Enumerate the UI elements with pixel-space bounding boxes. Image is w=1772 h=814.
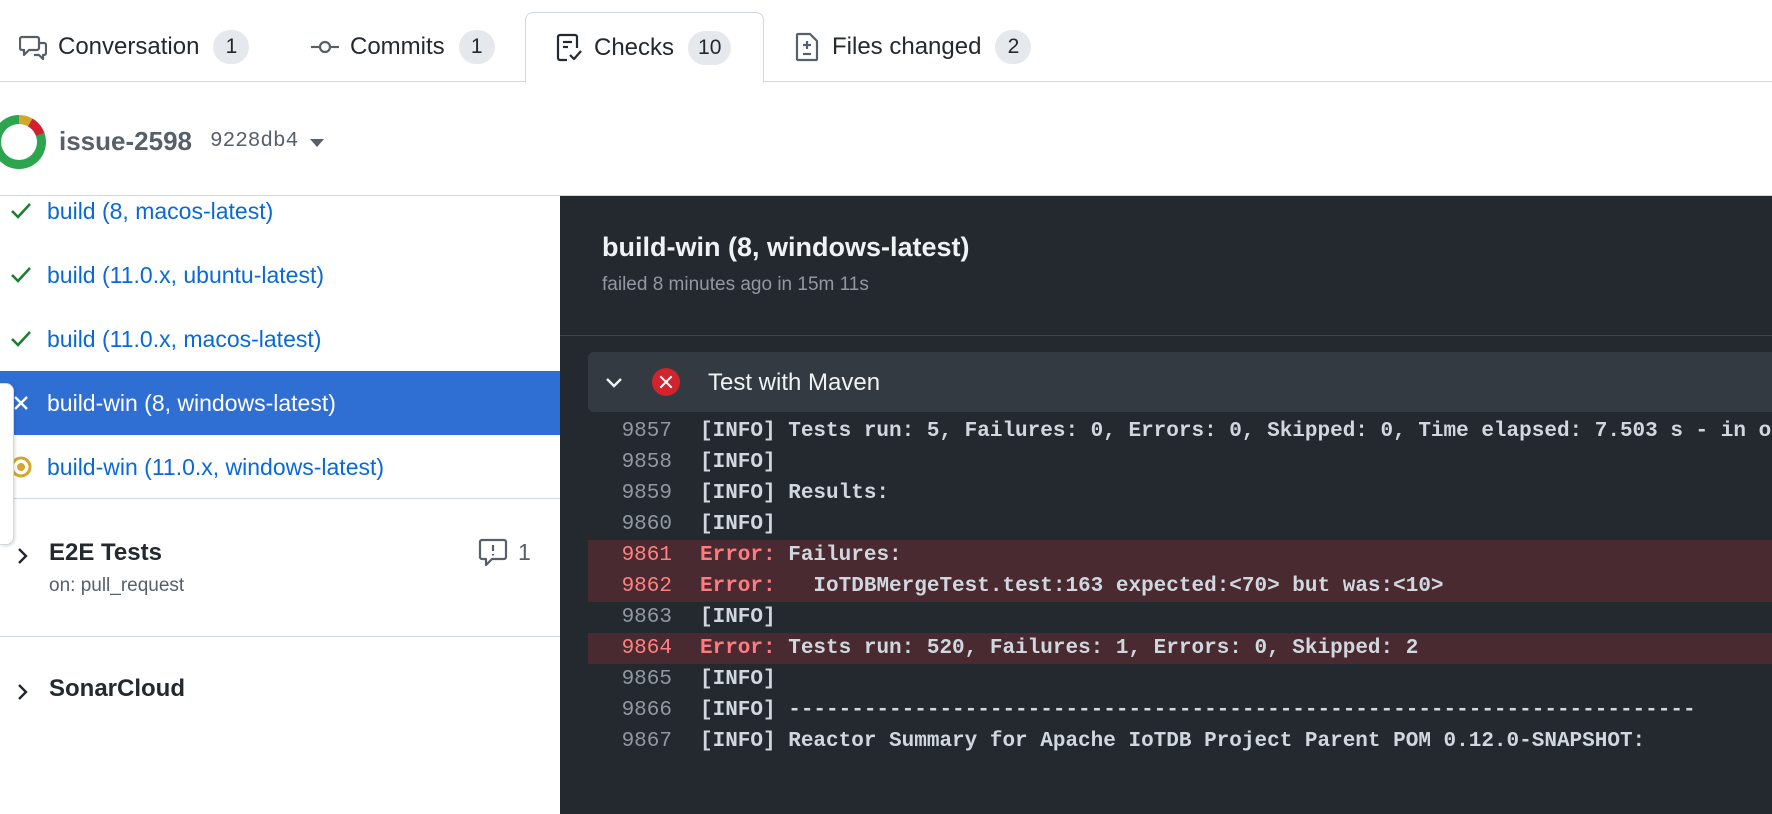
tab-conversation-label: Conversation: [58, 33, 200, 60]
log-line-error: 9861 Error: Failures:: [588, 540, 1772, 571]
log-error-message: IoTDBMergeTest.test:163 expected:<70> bu…: [775, 575, 1444, 598]
chevron-down-icon[interactable]: [604, 373, 624, 393]
workflow-title: E2E Tests: [49, 539, 162, 566]
log-line-text: [INFO]: [700, 513, 776, 536]
log-line-number[interactable]: 9860: [588, 509, 672, 540]
log-line-text: [INFO] Reactor Summary for Apache IoTDB …: [700, 730, 1646, 753]
annotation-count: 1: [518, 539, 531, 565]
branch-name: issue-2598: [59, 126, 192, 156]
chevron-right-icon[interactable]: [14, 683, 30, 700]
chevron-down-icon[interactable]: [310, 139, 324, 147]
job-item-selected[interactable]: build-win (8, windows-latest): [0, 371, 560, 435]
tab-checks[interactable]: Checks 10: [525, 12, 764, 83]
x-circle-icon: [652, 368, 680, 396]
log-line-number[interactable]: 9859: [588, 478, 672, 509]
log-line: 9857 [INFO] Tests run: 5, Failures: 0, Er…: [588, 416, 1772, 447]
log-line-number[interactable]: 9864: [588, 633, 672, 664]
job-item[interactable]: build (8, macos-latest): [0, 197, 560, 243]
checklist-icon: [554, 33, 584, 63]
log-line-number[interactable]: 9865: [588, 664, 672, 695]
step-title: Test with Maven: [708, 369, 881, 396]
job-label: build (11.0.x, macos-latest): [47, 325, 322, 352]
workflow-title: SonarCloud: [49, 675, 185, 702]
log-error-label: Error:: [700, 544, 776, 567]
log-line-text: [INFO]: [700, 668, 776, 691]
log-line-number[interactable]: 9857: [588, 416, 672, 447]
job-label: build-win (11.0.x, windows-latest): [47, 453, 385, 480]
workflow-e2e-tests[interactable]: E2E Tests on: pull_request 1: [0, 498, 560, 636]
check-icon: [8, 198, 34, 224]
log-line: 9866 [INFO] -----------------------------…: [588, 695, 1772, 726]
tab-files-changed[interactable]: Files changed 2: [792, 12, 1032, 82]
check-icon: [8, 326, 34, 352]
log-line: 9858 [INFO]: [588, 447, 1772, 478]
job-item[interactable]: build-win (11.0.x, windows-latest): [0, 435, 560, 499]
log-line-number[interactable]: 9858: [588, 447, 672, 478]
checks-summary-donut-icon: [0, 115, 46, 169]
tab-conversation[interactable]: Conversation 1: [18, 12, 250, 82]
tab-commits[interactable]: Commits 1: [310, 12, 495, 82]
log-line-text: [INFO] Results:: [700, 482, 890, 505]
pr-tabs: Conversation 1 Commits 1 Checks 10 Files…: [0, 0, 1772, 83]
log-error-message: Failures:: [775, 544, 902, 567]
tab-checks-label: Checks: [594, 33, 675, 61]
log-line: 9863 [INFO]: [588, 602, 1772, 633]
check-icon: [8, 262, 34, 288]
workflow-trigger: on: pull_request: [49, 575, 185, 596]
log-line-error: 9862 Error: IoTDBMergeTest.test:163 expec…: [588, 571, 1772, 602]
collapsed-panel-edge: [0, 383, 14, 545]
log-line: 9860 [INFO]: [588, 509, 1772, 540]
log-line: 9867 [INFO] Reactor Summary for Apache Io…: [588, 726, 1772, 757]
job-item[interactable]: build (11.0.x, macos-latest): [0, 307, 560, 371]
workflow-sonarcloud[interactable]: SonarCloud: [0, 636, 560, 774]
tab-conversation-count: 1: [213, 30, 250, 64]
log-line-number[interactable]: 9867: [588, 726, 672, 757]
job-log-panel: build-win (8, windows-latest) failed 8 m…: [560, 196, 1772, 814]
log-line: 9865 [INFO]: [588, 664, 1772, 695]
log-error-label: Error:: [700, 575, 776, 598]
checks-header: issue-2598 9228db4: [0, 83, 1772, 196]
log-error-label: Error:: [700, 637, 776, 660]
comment-discussion-icon: [18, 32, 48, 62]
log-line-text: Error: Tests run: 520, Failures: 1, Erro…: [700, 633, 1418, 664]
checks-sidebar: build (8, macos-latest) build (11.0.x, u…: [0, 197, 560, 814]
log-error-message: Tests run: 520, Failures: 1, Errors: 0, …: [775, 637, 1419, 660]
comment-alert-icon[interactable]: [478, 537, 508, 567]
tab-checks-count: 10: [688, 30, 732, 65]
job-status-text: failed 8 minutes ago in 15m 11s: [602, 274, 869, 295]
log-line-text: [INFO]: [700, 606, 776, 629]
log-line-text: Error: Failures:: [700, 540, 902, 571]
log-line-number[interactable]: 9862: [588, 571, 672, 602]
step-test-with-maven[interactable]: Test with Maven: [588, 352, 1772, 412]
job-title: build-win (8, windows-latest): [602, 232, 970, 262]
job-label: build (11.0.x, ubuntu-latest): [47, 261, 325, 288]
log-line-error: 9864 Error: Tests run: 520, Failures: 1, …: [588, 633, 1772, 664]
log-line-text: Error: IoTDBMergeTest.test:163 expected:…: [700, 571, 1444, 602]
log-line-text: [INFO]: [700, 451, 776, 474]
log-line-number[interactable]: 9863: [588, 602, 672, 633]
log-line-number[interactable]: 9866: [588, 695, 672, 726]
tab-commits-count: 1: [458, 30, 495, 64]
git-commit-icon: [310, 32, 340, 62]
tab-commits-label: Commits: [350, 33, 445, 60]
log-lines: 9857 [INFO] Tests run: 5, Failures: 0, Er…: [588, 412, 1772, 814]
commit-sha-dropdown[interactable]: 9228db4: [210, 130, 298, 153]
log-line-text: [INFO] ---------------------------------…: [700, 699, 1696, 722]
file-diff-icon: [792, 32, 822, 62]
tab-files-changed-label: Files changed: [832, 33, 982, 60]
chevron-right-icon[interactable]: [14, 547, 30, 564]
tab-files-changed-count: 2: [995, 30, 1032, 64]
job-item[interactable]: build (11.0.x, ubuntu-latest): [0, 243, 560, 307]
job-log-header: build-win (8, windows-latest) failed 8 m…: [560, 196, 1772, 336]
log-line-text: [INFO] Tests run: 5, Failures: 0, Errors…: [700, 420, 1772, 443]
job-label: build-win (8, windows-latest): [47, 389, 336, 416]
job-label: build (8, macos-latest): [47, 197, 274, 224]
log-line: 9859 [INFO] Results:: [588, 478, 1772, 509]
log-line-number[interactable]: 9861: [588, 540, 672, 571]
